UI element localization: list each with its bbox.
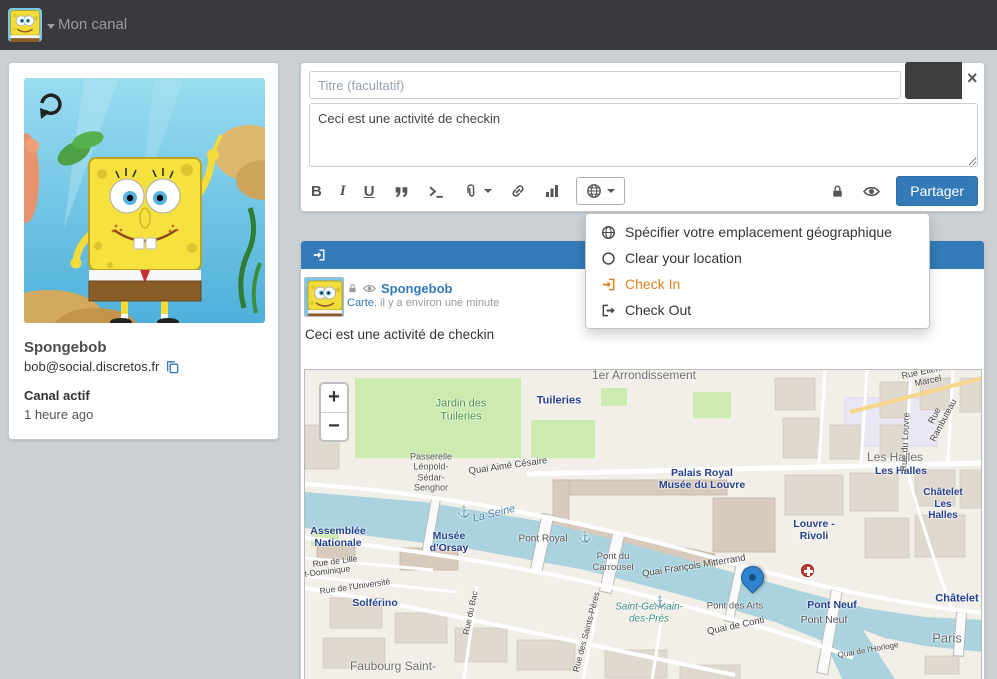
chart-button[interactable] [542, 177, 562, 205]
globe-icon [586, 183, 602, 199]
bold-button[interactable]: B [309, 177, 324, 205]
post-body-text: Ceci est une activité de checkin [305, 327, 494, 342]
quote-icon [393, 183, 410, 200]
share-button[interactable]: Partager [896, 176, 978, 206]
menu-item-label: Check Out [625, 302, 691, 318]
map-tiles [305, 370, 982, 679]
menu-item-check-in[interactable]: Check In [586, 271, 929, 297]
menu-item-label: Clear your location [625, 250, 742, 266]
location-button[interactable] [576, 177, 625, 205]
channel-name: Mon canal [58, 16, 127, 33]
avatar-image [305, 278, 344, 317]
chevron-down-icon [607, 189, 615, 193]
link-button[interactable] [508, 177, 528, 205]
italic-button[interactable]: I [338, 177, 348, 205]
lock-icon [347, 283, 358, 294]
close-icon[interactable]: × [961, 68, 984, 88]
copy-icon[interactable] [165, 359, 180, 374]
hospital-icon [801, 564, 814, 577]
zoom-out-button[interactable]: − [321, 412, 347, 440]
lock-icon [830, 184, 845, 199]
notifications-strip[interactable] [905, 62, 962, 99]
sign-in-icon [312, 248, 326, 262]
quote-button[interactable] [391, 177, 412, 205]
zoom-in-button[interactable]: + [321, 384, 347, 412]
menu-item-label: Spécifier votre emplacement géographique [625, 224, 892, 240]
post-timestamp: , il y a environ une minute [374, 297, 499, 309]
title-input[interactable] [309, 71, 901, 99]
preview-button[interactable] [861, 177, 882, 205]
post-author-name[interactable]: Spongebob [381, 281, 453, 296]
post-body-input[interactable]: Ceci est une activité de checkin [309, 103, 978, 167]
terminal-icon [428, 183, 445, 200]
menu-item-check-out[interactable]: Check Out [586, 297, 929, 323]
post-composer: Ceci est une activité de checkin B I U [300, 62, 985, 212]
profile-photo[interactable] [24, 78, 265, 323]
eye-icon [863, 183, 880, 200]
channel-avatar[interactable] [8, 8, 42, 42]
menu-item-clear-location[interactable]: Clear your location [586, 245, 929, 271]
app-window: Mon canal [0, 0, 997, 679]
menu-item-set-location[interactable]: Spécifier votre emplacement géographique [586, 219, 929, 245]
eye-icon [363, 282, 376, 295]
circle-icon [600, 251, 617, 266]
map-link[interactable]: Carte [347, 297, 374, 309]
menu-item-label: Check In [625, 276, 680, 292]
post-meta: Carte, il y a environ une minute [347, 297, 499, 309]
attach-button[interactable] [461, 177, 494, 205]
channel-status-label: Canal actif [24, 388, 90, 403]
composer-toolbar: B I U [309, 175, 978, 207]
channel-status-time: 1 heure ago [24, 407, 93, 422]
profile-name: Spongebob [24, 339, 107, 356]
underline-button[interactable]: U [362, 177, 377, 205]
map-zoom-control: + − [319, 382, 349, 442]
chevron-down-icon[interactable] [47, 24, 55, 29]
globe-icon [600, 225, 617, 240]
avatar-image [8, 8, 42, 42]
location-menu: Spécifier votre emplacement géographique… [585, 213, 930, 329]
chevron-down-icon [484, 189, 492, 193]
spongebob-image [24, 78, 265, 323]
post-author-avatar[interactable] [304, 277, 344, 317]
bar-chart-icon [544, 183, 560, 199]
link-icon [510, 183, 526, 199]
map[interactable]: 1er ArrondissementTuileriesJardin des Tu… [304, 369, 982, 679]
sign-out-icon [600, 303, 617, 318]
profile-card: Spongebob bob@social.discretos.fr Canal … [8, 62, 279, 440]
sign-in-icon [600, 277, 617, 292]
top-navbar: Mon canal [0, 0, 997, 50]
profile-address: bob@social.discretos.fr [24, 359, 159, 374]
code-button[interactable] [426, 177, 447, 205]
permissions-lock-button[interactable] [828, 177, 847, 205]
paperclip-icon [463, 183, 479, 199]
